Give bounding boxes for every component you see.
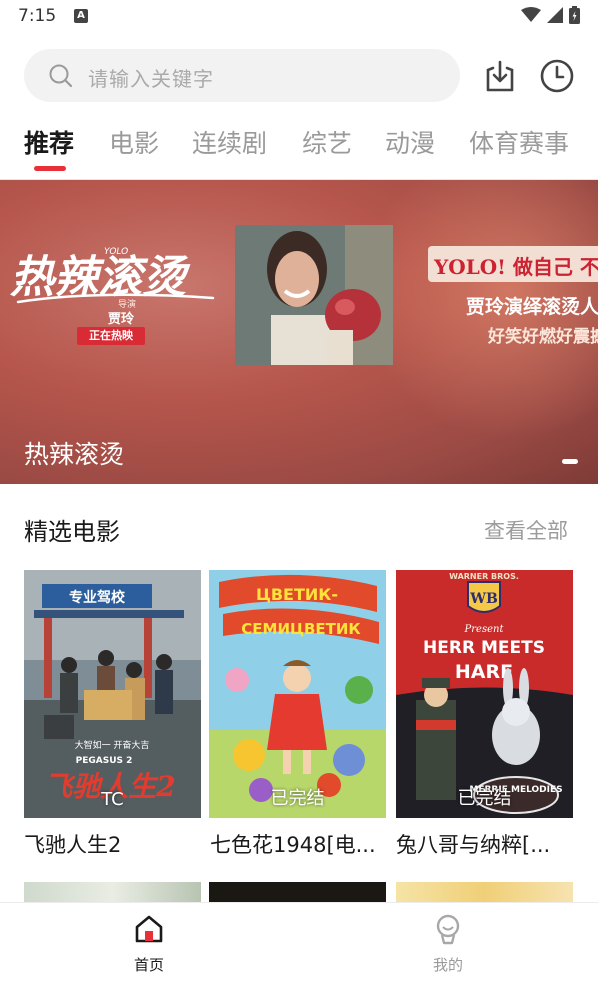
svg-text:大智如一 开奋大吉: 大智如一 开奋大吉 — [75, 739, 150, 751]
notification-a-icon: A — [74, 9, 88, 23]
tab-variety[interactable]: 综艺 — [302, 124, 352, 160]
search-placeholder: 请输入关键字 — [88, 67, 214, 91]
banner-caption: 热辣滚烫 — [24, 440, 125, 469]
movie-title-3[interactable]: 兔八哥与纳粹[... — [396, 829, 550, 859]
banner-director: 贾玲 — [108, 312, 135, 327]
poster-badge: 已完结 — [270, 788, 325, 809]
search-input[interactable]: 请输入关键字 — [24, 49, 460, 102]
section-title: 精选电影 — [24, 518, 120, 546]
nav-home[interactable]: 首页 — [89, 903, 209, 998]
svg-text:PEGASUS 2: PEGASUS 2 — [76, 756, 133, 766]
svg-text:HERR MEETS: HERR MEETS — [423, 638, 545, 658]
profile-icon — [436, 914, 460, 945]
view-all-link[interactable]: 查看全部 — [484, 515, 568, 545]
movie-card-poster-1[interactable]: 专业驾校 大智如一 开奋大吉 PEGASUS 2 飞驰人生2 TC — [24, 570, 201, 818]
nav-label-home: 首页 — [133, 956, 164, 974]
carousel-indicator-dot[interactable] — [562, 459, 578, 464]
svg-text:WARNER BROS.: WARNER BROS. — [449, 572, 519, 581]
svg-text:Present: Present — [464, 624, 505, 635]
movie-card-poster-3[interactable]: WARNER BROS. WB Present HERR MEETS HARE … — [396, 570, 573, 818]
battery-icon — [569, 6, 580, 24]
bottom-navigation: 首页 我的 — [0, 902, 598, 998]
banner-photo — [235, 225, 393, 365]
history-clock-icon[interactable] — [539, 58, 575, 94]
tab-movies[interactable]: 电影 — [109, 124, 159, 160]
movie-card-peek-6[interactable] — [396, 882, 573, 904]
poster-2-art: ЦВЕТИК- СЕМИЦВЕТИК — [209, 570, 386, 818]
svg-text:专业驾校: 专业驾校 — [69, 589, 126, 606]
tab-sports[interactable]: 体育赛事 — [469, 124, 569, 160]
tab-recommended[interactable]: 推荐 — [24, 124, 74, 160]
status-bar: 7:15 A — [0, 0, 598, 34]
nav-label-profile: 我的 — [432, 956, 463, 974]
poster-1-art: 专业驾校 大智如一 开奋大吉 PEGASUS 2 飞驰人生2 — [24, 570, 201, 818]
status-icons — [521, 6, 580, 24]
status-time: 7:15 — [18, 6, 57, 26]
movie-title-2[interactable]: 七色花1948[电... — [210, 829, 376, 859]
tab-anime[interactable]: 动漫 — [385, 124, 435, 160]
movie-card-poster-2[interactable]: ЦВЕТИК- СЕМИЦВЕТИК 已完结 — [209, 570, 386, 818]
banner-tagline-1: 贾玲演绎滚烫人 — [466, 296, 598, 318]
category-tabs: 推荐 电影 连续剧 综艺 动漫 体育赛事 — [0, 124, 598, 174]
banner-headline: YOLO! 做自己 不 — [434, 255, 598, 279]
now-showing-badge: 正在热映 — [77, 327, 145, 345]
banner-tagline-2: 好笑好燃好震撼 — [488, 327, 598, 347]
movie-card-peek-5[interactable] — [209, 882, 386, 904]
nav-profile[interactable]: 我的 — [388, 903, 508, 998]
movie-title-1[interactable]: 飞驰人生2 — [24, 829, 121, 859]
home-icon — [135, 915, 163, 943]
banner-photo-figure — [235, 225, 393, 365]
svg-text:СЕМИЦВЕТИК: СЕМИЦВЕТИК — [241, 620, 361, 638]
poster-3-art: WARNER BROS. WB Present HERR MEETS HARE … — [396, 570, 573, 818]
poster-badge: TC — [101, 789, 124, 810]
movie-card-peek-4[interactable] — [24, 882, 201, 904]
download-icon[interactable] — [482, 58, 518, 94]
search-icon — [49, 64, 73, 88]
signal-icon — [547, 7, 563, 23]
svg-text:ЦВЕТИК-: ЦВЕТИК- — [256, 585, 338, 604]
wifi-icon — [521, 7, 541, 22]
banner-carousel[interactable]: YOLO 热辣滚烫 导演 贾玲 正在热映 YOLO! 做自己 不 贾玲演绎滚烫人… — [0, 180, 598, 484]
tab-series[interactable]: 连续剧 — [192, 124, 267, 160]
poster-badge: 已完结 — [457, 788, 512, 809]
svg-text:WB: WB — [469, 591, 498, 607]
active-tab-indicator — [34, 166, 66, 171]
